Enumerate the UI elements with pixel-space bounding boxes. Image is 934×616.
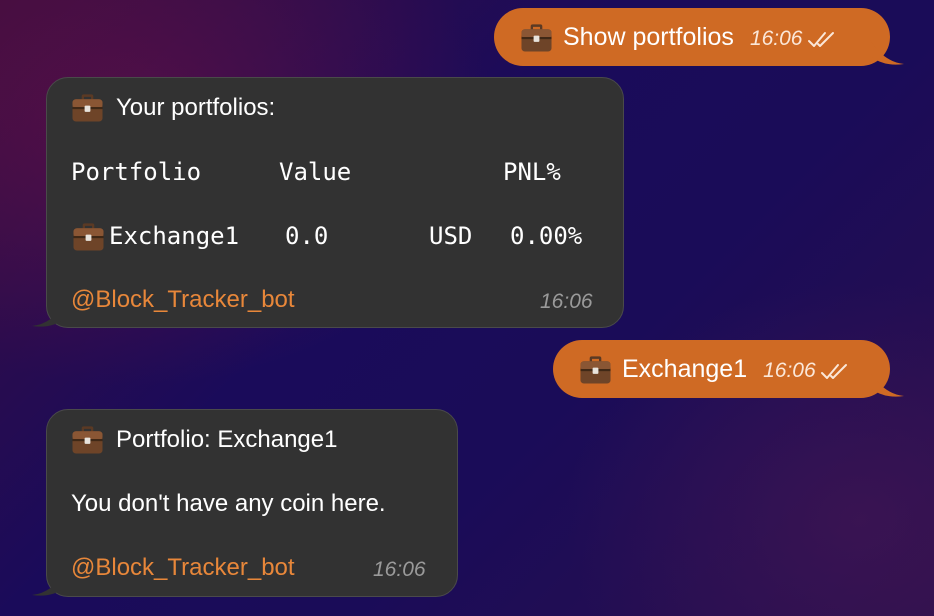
briefcase-icon bbox=[72, 221, 105, 252]
row-currency: USD bbox=[429, 222, 473, 250]
double-check-read-icon bbox=[807, 32, 834, 47]
bubble-tail bbox=[870, 40, 904, 65]
table-header-value: Value bbox=[279, 158, 352, 186]
bubble-tail bbox=[870, 372, 904, 397]
message-time: 16:06 bbox=[749, 27, 803, 50]
message-title-row: Your portfolios: bbox=[71, 92, 275, 123]
message-text: Show portfolios bbox=[563, 22, 734, 51]
incoming-message-portfolios[interactable]: Your portfolios: Portfolio Value PNL% Ex… bbox=[32, 77, 624, 328]
bubble-tail bbox=[32, 571, 66, 596]
bot-username-link[interactable]: @Block_Tracker_bot bbox=[71, 286, 295, 314]
bubble-tail bbox=[32, 302, 66, 327]
message-body: You don't have any coin here. bbox=[71, 490, 386, 517]
message-time: 16:06 bbox=[373, 558, 426, 581]
table-header-portfolio: Portfolio bbox=[71, 158, 202, 186]
row-pnl: 0.00% bbox=[510, 222, 583, 250]
outgoing-message-exchange1[interactable]: Exchange1 16:06 bbox=[553, 340, 904, 398]
table-header-pnl: PNL% bbox=[503, 158, 561, 186]
message-content: Exchange1 16:06 bbox=[579, 340, 850, 398]
double-check-read-icon bbox=[820, 364, 847, 379]
message-content: Show portfolios 16:06 bbox=[520, 8, 837, 66]
briefcase-icon bbox=[71, 424, 104, 455]
incoming-message-portfolio-detail[interactable]: Portfolio: Exchange1 You don't have any … bbox=[32, 409, 458, 597]
briefcase-icon bbox=[71, 92, 104, 123]
message-time: 16:06 bbox=[763, 359, 816, 382]
message-title-row: Portfolio: Exchange1 bbox=[71, 424, 337, 455]
message-text: Exchange1 bbox=[622, 354, 748, 383]
briefcase-icon bbox=[520, 22, 553, 53]
row-portfolio-name: Exchange1 bbox=[109, 222, 240, 250]
message-title: Portfolio: Exchange1 bbox=[116, 425, 338, 453]
outgoing-message-show-portfolios[interactable]: Show portfolios 16:06 bbox=[494, 8, 904, 66]
briefcase-icon bbox=[579, 354, 612, 385]
row-value: 0.0 bbox=[285, 222, 329, 250]
bot-username-link[interactable]: @Block_Tracker_bot bbox=[71, 554, 295, 582]
message-title: Your portfolios: bbox=[116, 93, 276, 121]
message-time: 16:06 bbox=[540, 290, 593, 313]
